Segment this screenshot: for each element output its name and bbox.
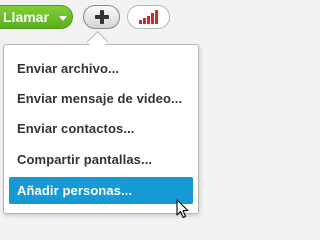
chevron-down-icon[interactable] <box>59 16 67 21</box>
menu-item-label: Enviar mensaje de video... <box>17 91 183 106</box>
menu-item-share-screens[interactable]: Compartir pantallas... <box>9 146 193 173</box>
call-button[interactable]: Llamar <box>0 5 73 29</box>
menu-item-label: Enviar contactos... <box>17 121 135 136</box>
call-quality-button[interactable] <box>127 5 170 29</box>
add-options-menu: Enviar archivo... Enviar mensaje de vide… <box>3 44 199 214</box>
signal-strength-icon <box>139 10 158 24</box>
call-button-label: Llamar <box>3 9 49 25</box>
menu-item-add-people[interactable]: Añadir personas... <box>9 177 193 204</box>
menu-item-label: Compartir pantallas... <box>17 152 153 167</box>
menu-item-send-contacts[interactable]: Enviar contactos... <box>9 115 193 142</box>
add-button[interactable] <box>83 5 120 29</box>
menu-item-send-file[interactable]: Enviar archivo... <box>9 55 193 82</box>
plus-icon <box>95 10 109 24</box>
menu-item-label: Enviar archivo... <box>17 61 120 76</box>
mouse-pointer-icon <box>176 199 189 219</box>
menu-item-label: Añadir personas... <box>17 183 133 198</box>
menu-item-send-video-message[interactable]: Enviar mensaje de video... <box>9 85 193 112</box>
